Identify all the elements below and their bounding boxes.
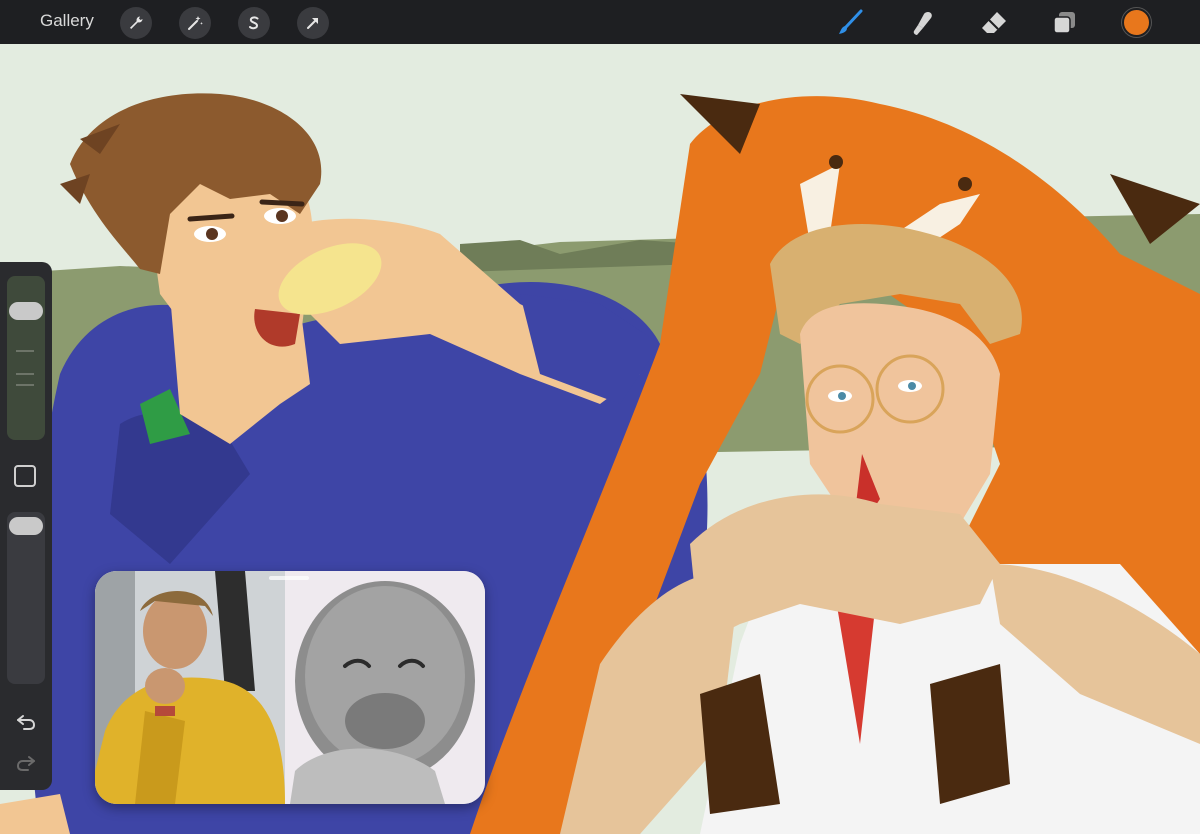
top-toolbar: Gallery	[0, 0, 1200, 44]
redo-icon[interactable]	[13, 750, 39, 776]
slider-tick	[16, 384, 34, 386]
transform-arrow-icon[interactable]	[297, 7, 329, 39]
pip-drag-handle[interactable]	[269, 576, 309, 580]
magic-wand-icon[interactable]	[179, 7, 211, 39]
selection-icon[interactable]	[238, 7, 270, 39]
smudge-icon[interactable]	[907, 8, 937, 38]
brush-size-thumb[interactable]	[9, 302, 43, 321]
pip-video-feed	[95, 571, 485, 804]
color-picker-button[interactable]	[1122, 8, 1151, 37]
brush-icon[interactable]	[835, 8, 865, 38]
gallery-button[interactable]: Gallery	[40, 11, 94, 31]
slider-tick	[16, 350, 34, 352]
modify-button[interactable]	[14, 465, 36, 487]
opacity-slider[interactable]	[7, 512, 45, 684]
brush-sidebar	[0, 262, 52, 790]
facetime-pip-window[interactable]	[95, 571, 485, 804]
layers-icon[interactable]	[1050, 8, 1080, 38]
undo-icon[interactable]	[13, 709, 39, 735]
eraser-icon[interactable]	[979, 8, 1009, 38]
wrench-icon[interactable]	[120, 7, 152, 39]
slider-tick	[16, 373, 34, 375]
opacity-thumb[interactable]	[9, 516, 43, 535]
brush-size-slider[interactable]	[7, 276, 45, 440]
